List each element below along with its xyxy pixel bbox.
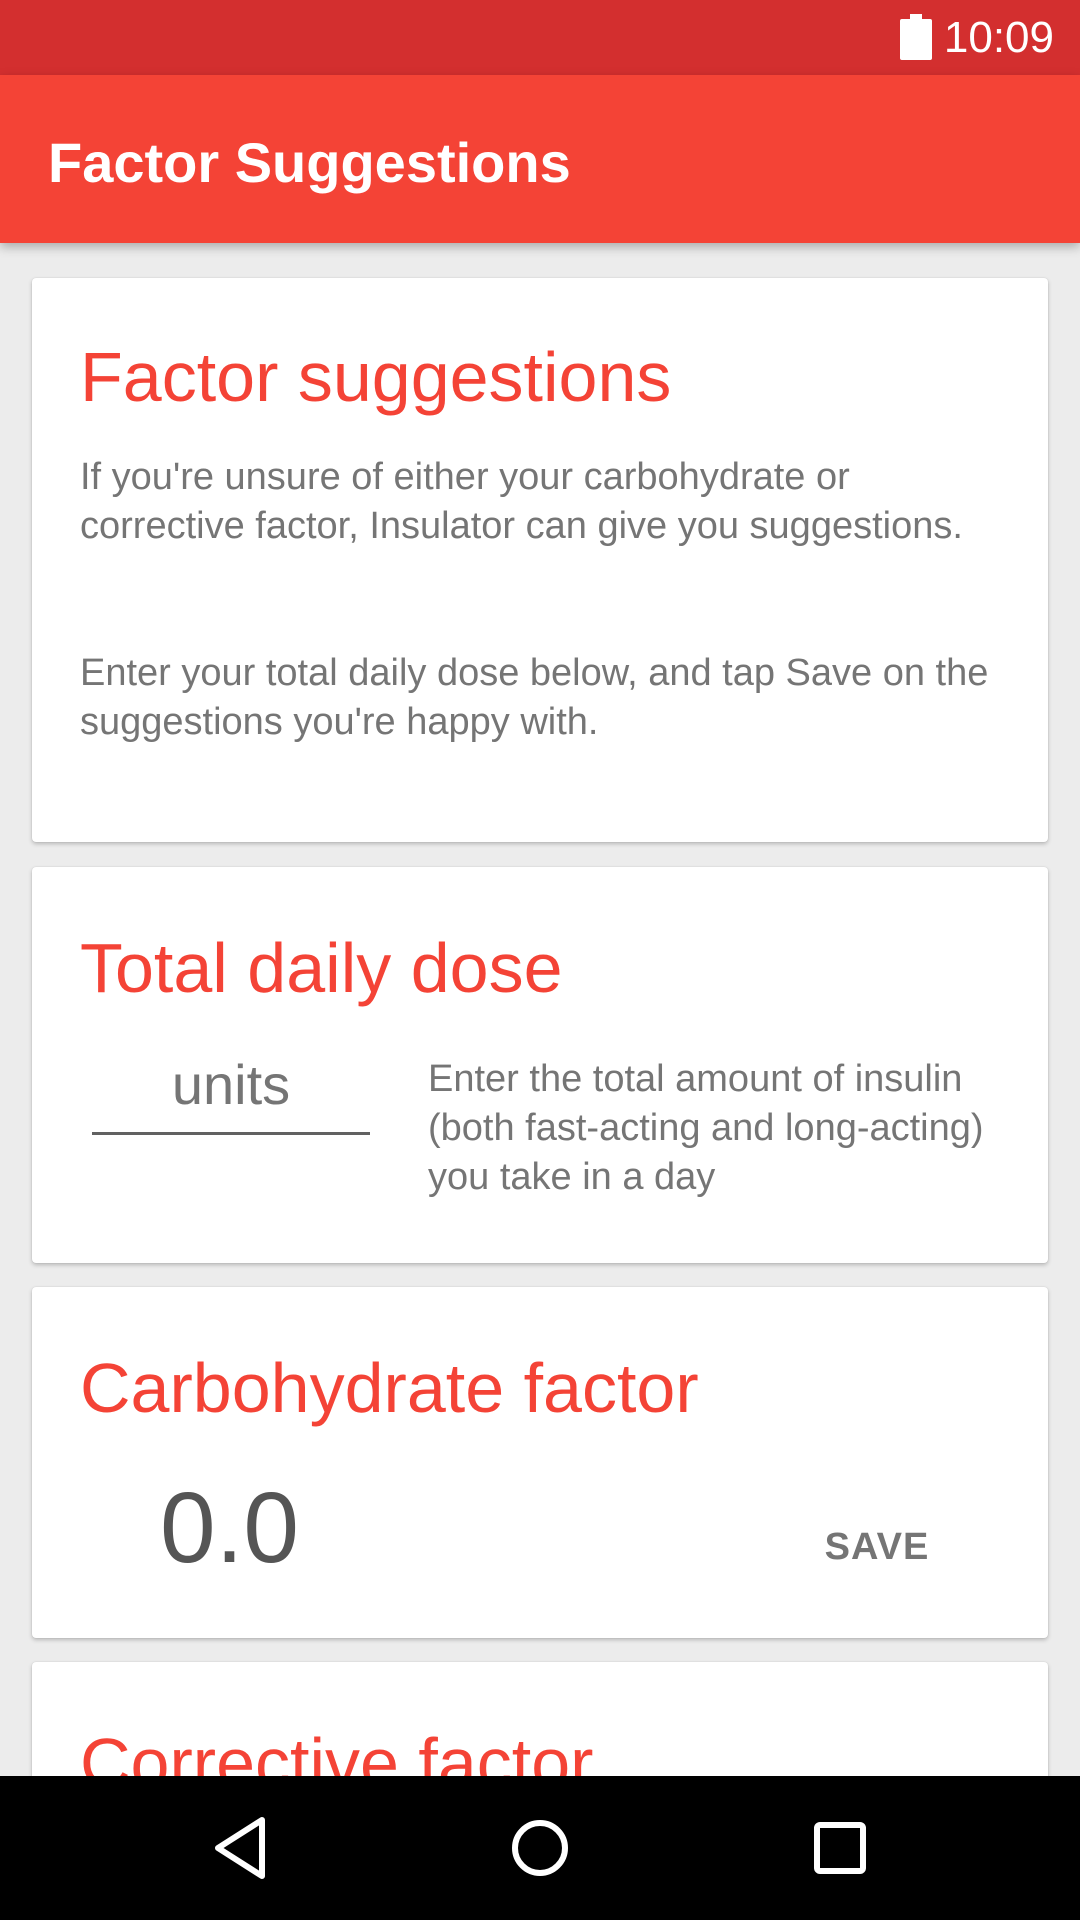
total-daily-dose-title: Total daily dose <box>80 929 563 1007</box>
intro-paragraph-1: If you're unsure of either your carbohyd… <box>80 456 963 547</box>
total-daily-dose-help-text: Enter the total amount of insulin (both … <box>428 1058 984 1198</box>
status-bar: 10:09 <box>0 0 1080 75</box>
intro-card-title: Factor suggestions <box>80 338 672 416</box>
battery-icon <box>900 14 932 60</box>
back-icon[interactable] <box>204 1812 276 1884</box>
intro-card: Factor suggestions If you're unsure of e… <box>32 278 1048 842</box>
carbohydrate-factor-title: Carbohydrate factor <box>80 1349 699 1427</box>
save-carbohydrate-factor-button[interactable]: SAVE <box>802 1519 952 1575</box>
corrective-factor-card: Corrective factor <box>32 1662 1048 1776</box>
navigation-bar <box>0 1776 1080 1920</box>
home-icon[interactable] <box>504 1812 576 1884</box>
intro-paragraph-2: Enter your total daily dose below, and t… <box>80 652 989 743</box>
status-time: 10:09 <box>943 13 1054 62</box>
total-daily-dose-input[interactable] <box>92 1037 370 1135</box>
carbohydrate-factor-value: 0.0 <box>160 1472 300 1584</box>
total-daily-dose-card: Total daily dose Enter the total amount … <box>32 867 1048 1263</box>
scroll-content[interactable]: Factor suggestions If you're unsure of e… <box>0 243 1080 1776</box>
corrective-factor-title: Corrective factor <box>80 1724 594 1776</box>
app-bar-title: Factor Suggestions <box>48 131 571 194</box>
recents-icon[interactable] <box>804 1812 876 1884</box>
carbohydrate-factor-card: Carbohydrate factor 0.0 SAVE <box>32 1287 1048 1638</box>
app-bar: Factor Suggestions <box>0 75 1080 243</box>
